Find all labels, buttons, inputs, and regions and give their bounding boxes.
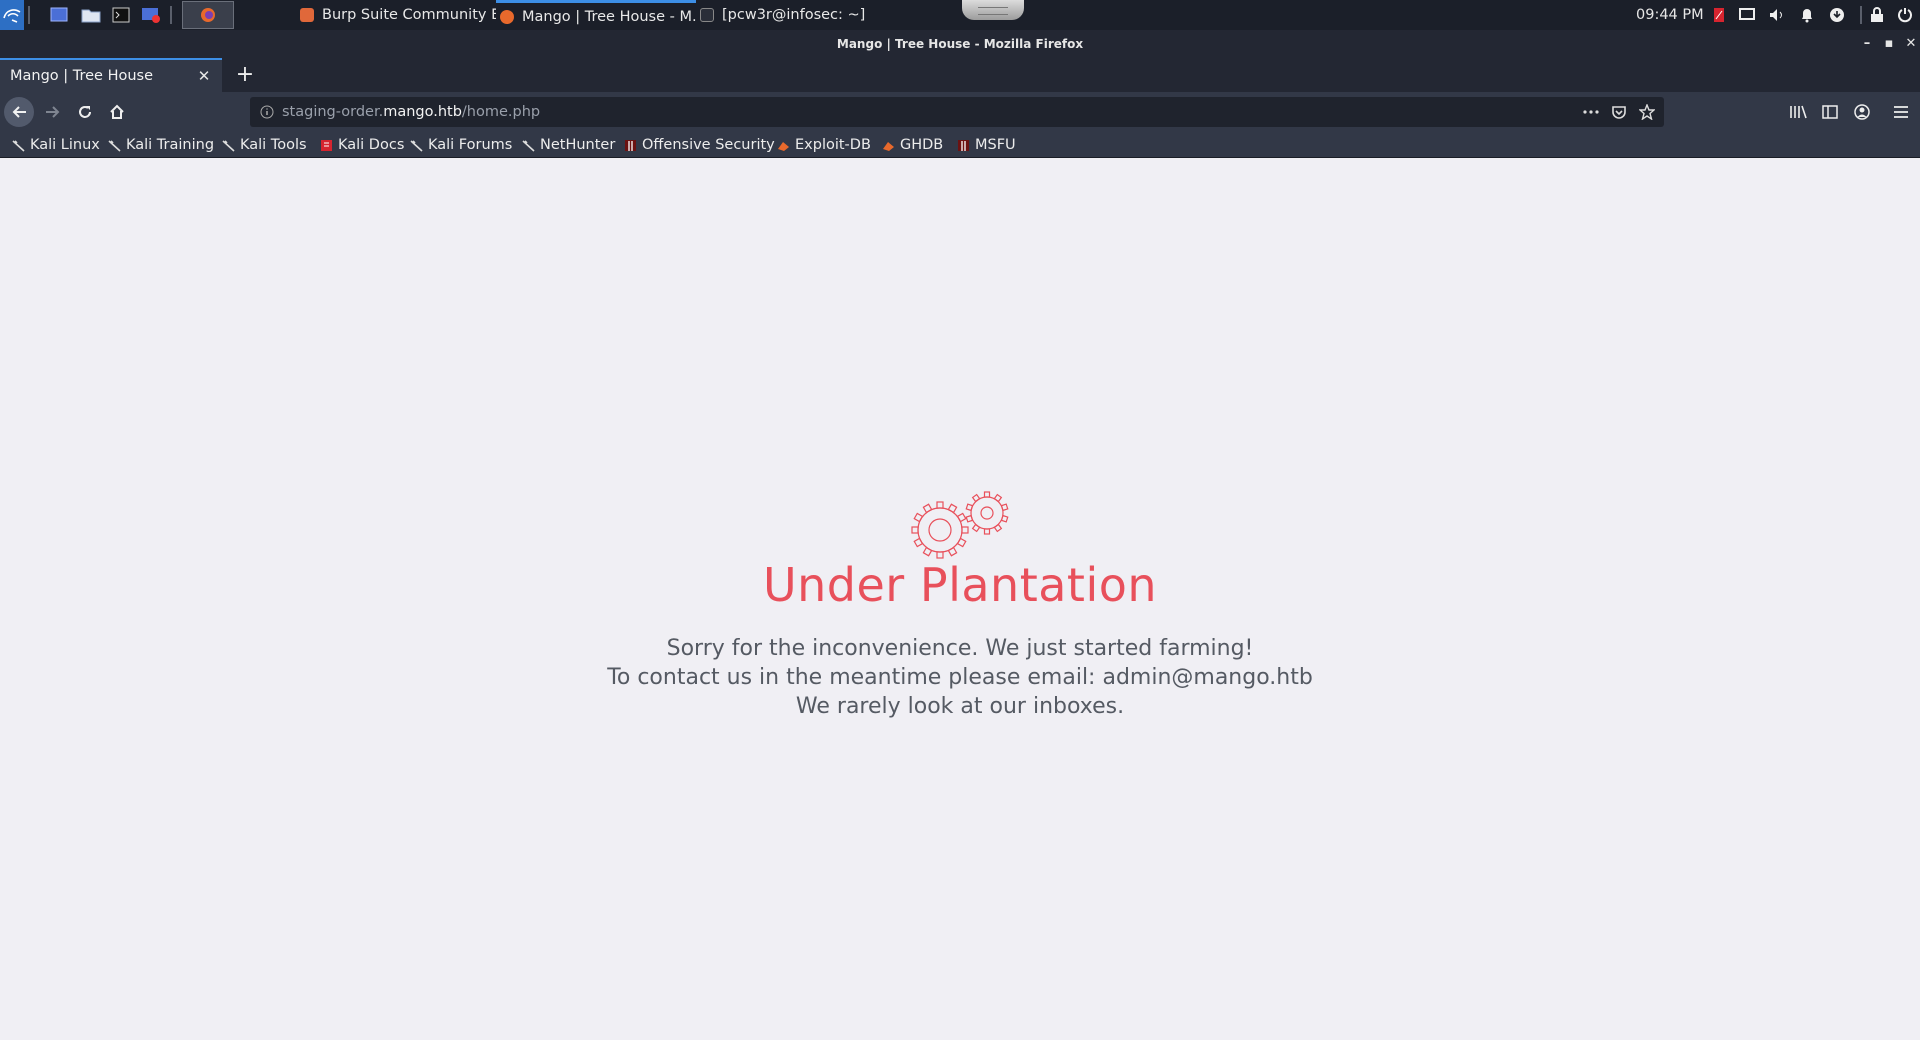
library-icon[interactable]	[1783, 97, 1813, 127]
power-icon[interactable]	[1896, 6, 1914, 24]
terminal-icon	[700, 8, 714, 22]
message-line-1: Sorry for the inconvenience. We just sta…	[666, 636, 1254, 661]
taskbar-item-firefox[interactable]: Mango | Tree House - M...	[496, 0, 696, 30]
kali-dragon-icon	[108, 139, 121, 152]
bookmark-star-icon[interactable]	[1636, 102, 1658, 122]
firefox-icon	[500, 9, 514, 24]
taskbar-item-burp[interactable]: Burp Suite Community E...	[296, 0, 496, 30]
kali-dragon-icon	[410, 139, 423, 152]
minimize-icon[interactable]: –	[1856, 30, 1878, 58]
gears-icon	[911, 491, 1009, 559]
display-icon[interactable]	[1738, 6, 1756, 24]
msfu-icon	[958, 139, 969, 151]
new-tab-button[interactable]: +	[230, 60, 260, 90]
maximize-icon[interactable]: ▪	[1878, 30, 1900, 58]
message-line-3: We rarely look at our inboxes.	[795, 694, 1125, 719]
window-title: Mango | Tree House - Mozilla Firefox	[836, 37, 1084, 51]
burp-icon	[300, 8, 314, 22]
bookmark-nethunter[interactable]: NetHunter	[522, 135, 615, 155]
account-icon[interactable]	[1847, 97, 1877, 127]
back-button[interactable]	[4, 97, 34, 127]
url-host: mango.htb	[383, 104, 462, 120]
screen-recorder-icon[interactable]	[138, 3, 164, 27]
message-line-2: To contact us in the meantime please ema…	[607, 665, 1313, 690]
lock-icon[interactable]	[1868, 6, 1886, 24]
forward-button[interactable]	[38, 97, 68, 127]
url-bar[interactable]: staging-order.mango.htb/home.php	[250, 97, 1664, 127]
notification-bell-icon[interactable]	[1798, 6, 1816, 24]
bookmark-kali-training[interactable]: Kali Training	[108, 135, 214, 155]
navigation-toolbar: staging-order.mango.htb/home.php	[0, 92, 1920, 132]
url-prefix: staging-order.	[282, 104, 384, 120]
bookmark-kali-forums[interactable]: Kali Forums	[410, 135, 512, 155]
taskbar-item-terminal[interactable]: [pcw3r@infosec: ~]	[696, 0, 896, 30]
tab-mango[interactable]: Mango | Tree House ✕	[0, 58, 222, 92]
bookmark-exploit-db[interactable]: Exploit-DB	[777, 135, 871, 155]
page-title: Under Plantation	[762, 558, 1158, 612]
exploit-db-icon	[778, 141, 789, 151]
panel-separator	[1860, 6, 1862, 24]
clipboard-icon[interactable]	[1710, 6, 1728, 24]
kali-dragon-icon	[222, 139, 235, 152]
site-info-icon[interactable]	[256, 102, 278, 122]
bookmarks-toolbar: Kali Linux Kali Training Kali Tools Kali…	[0, 132, 1920, 158]
home-button[interactable]	[102, 97, 132, 127]
bookmark-kali-tools[interactable]: Kali Tools	[222, 135, 307, 155]
page-content: Under Plantation Sorry for the inconveni…	[0, 158, 1920, 1040]
close-window-icon[interactable]: ✕	[1900, 30, 1920, 58]
tab-title: Mango | Tree House	[10, 68, 154, 84]
volume-icon[interactable]	[1768, 6, 1786, 24]
bookmark-ghdb[interactable]: GHDB	[882, 135, 943, 155]
kali-dragon-icon	[522, 139, 535, 152]
kali-docs-icon	[321, 139, 332, 151]
sidebar-icon[interactable]	[1815, 97, 1845, 127]
ghdb-icon	[883, 141, 894, 151]
file-manager-icon[interactable]	[78, 3, 104, 27]
url-text[interactable]: staging-order.mango.htb/home.php	[282, 104, 540, 120]
desktop-icon[interactable]	[46, 3, 72, 27]
tab-strip: Mango | Tree House ✕ +	[0, 58, 1920, 92]
kali-menu-icon[interactable]	[0, 0, 24, 30]
url-path: /home.php	[461, 104, 541, 120]
offsec-icon	[625, 139, 636, 151]
bookmark-msfu[interactable]: MSFU	[957, 135, 1016, 155]
terminal-icon[interactable]	[108, 3, 134, 27]
window-titlebar[interactable]: Mango | Tree House - Mozilla Firefox – ▪…	[0, 30, 1920, 58]
bookmark-offensive-security[interactable]: Offensive Security	[624, 135, 775, 155]
hamburger-menu-icon[interactable]	[1886, 97, 1916, 127]
system-panel: Burp Suite Community E... Mango | Tree H…	[0, 0, 1920, 30]
bookmark-kali-docs[interactable]: Kali Docs	[320, 135, 404, 155]
panel-separator	[28, 6, 30, 24]
panel-handle[interactable]	[962, 0, 1024, 20]
clock[interactable]: 09:44 PM	[1636, 0, 1704, 30]
kali-dragon-icon	[12, 139, 25, 152]
panel-separator	[170, 6, 172, 24]
reload-button[interactable]	[70, 97, 100, 127]
firefox-launcher-icon[interactable]	[182, 1, 234, 29]
network-icon[interactable]	[1828, 6, 1846, 24]
bookmark-kali-linux[interactable]: Kali Linux	[12, 135, 100, 155]
pocket-icon[interactable]	[1608, 102, 1630, 122]
close-tab-icon[interactable]: ✕	[194, 66, 214, 86]
page-actions-icon[interactable]	[1580, 102, 1602, 122]
